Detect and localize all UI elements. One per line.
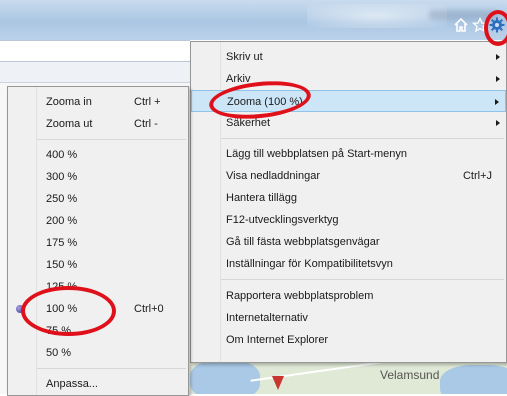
zoom-level-item[interactable]: 175 %: [8, 232, 188, 254]
menu-separator: [221, 138, 504, 139]
map-water: [190, 360, 260, 394]
menu-item-shortcut: Ctrl -: [134, 118, 158, 130]
zoom-level-item[interactable]: 250 %: [8, 188, 188, 210]
menu-item-label: Zooma ut: [46, 118, 93, 130]
menu-separator: [221, 279, 504, 280]
toolbar-glow: [307, 4, 447, 28]
zoom-level-item[interactable]: 300 %: [8, 166, 188, 188]
menu-item-label: Lägg till webbplatsen på Start-menyn: [226, 148, 407, 160]
zoom-custom-item[interactable]: Anpassa...: [8, 373, 188, 395]
menu-item-shortcut: Ctrl+J: [462, 170, 492, 182]
menu-item-label: 175 %: [46, 237, 78, 249]
map-pin-marker[interactable]: [272, 376, 284, 390]
zoom-in-item[interactable]: Zooma in Ctrl +: [8, 91, 188, 113]
menu-item-print[interactable]: Skriv ut: [191, 46, 506, 68]
menu-item-label: 250 %: [46, 193, 78, 205]
map-place-label: Velamsund: [380, 368, 440, 382]
submenu-arrow-icon: [495, 99, 499, 105]
menu-item-pinned-sites[interactable]: Gå till fästa webbplatsgenvägar: [191, 231, 506, 253]
annotation-circle-gear: [484, 10, 507, 46]
menu-item-dev-tools[interactable]: F12-utvecklingsverktyg: [191, 209, 506, 231]
menu-item-internet-options[interactable]: Internetalternativ: [191, 307, 506, 329]
menu-item-label: Om Internet Explorer: [226, 334, 329, 346]
zoom-out-item[interactable]: Zooma ut Ctrl -: [8, 113, 188, 135]
submenu-arrow-icon: [496, 120, 500, 126]
menu-item-manage-addons[interactable]: Hantera tillägg: [191, 187, 506, 209]
menu-item-label: Inställningar för Kompatibilitetsvyn: [226, 258, 393, 270]
menu-item-view-downloads[interactable]: Visa nedladdningar Ctrl+J: [191, 165, 506, 187]
menu-item-compat-view[interactable]: Inställningar för Kompatibilitetsvyn: [191, 253, 506, 275]
menu-item-shortcut: Ctrl+0: [134, 303, 164, 315]
menu-separator: [37, 139, 186, 140]
menu-item-label: 50 %: [46, 347, 72, 359]
home-icon[interactable]: [453, 17, 469, 33]
map-water: [440, 365, 507, 394]
menu-item-label: Zooma in: [46, 96, 92, 108]
menu-item-shortcut: Ctrl +: [134, 96, 161, 108]
submenu-arrow-icon: [496, 76, 500, 82]
menu-item-label: Internetalternativ: [226, 312, 308, 324]
zoom-level-item[interactable]: 50 %: [8, 342, 188, 364]
zoom-submenu: Zooma in Ctrl + Zooma ut Ctrl - 400 % 30…: [7, 86, 189, 396]
address-bar[interactable]: [0, 40, 190, 62]
menu-item-label: 200 %: [46, 215, 78, 227]
browser-toolbar: [0, 0, 507, 40]
menu-item-label: 300 %: [46, 171, 78, 183]
menu-item-add-to-start[interactable]: Lägg till webbplatsen på Start-menyn: [191, 143, 506, 165]
menu-item-label: Skriv ut: [226, 51, 263, 63]
zoom-level-item[interactable]: 200 %: [8, 210, 188, 232]
annotation-circle-100-percent: [21, 286, 116, 336]
zoom-level-item[interactable]: 400 %: [8, 144, 188, 166]
menu-item-label: Visa nedladdningar: [226, 170, 320, 182]
menu-item-label: 400 %: [46, 149, 78, 161]
menu-item-label: Rapportera webbplatsproblem: [226, 290, 374, 302]
menu-item-label: Gå till fästa webbplatsgenvägar: [226, 236, 380, 248]
menu-item-about-ie[interactable]: Om Internet Explorer: [191, 329, 506, 351]
menu-separator: [37, 368, 186, 369]
zoom-level-item[interactable]: 150 %: [8, 254, 188, 276]
menu-item-report-problem[interactable]: Rapportera webbplatsproblem: [191, 285, 506, 307]
menu-item-label: Anpassa...: [46, 378, 98, 390]
menu-item-label: Hantera tillägg: [226, 192, 297, 204]
tab-strip: [0, 62, 190, 83]
menu-item-label: F12-utvecklingsverktyg: [226, 214, 339, 226]
menu-item-label: 150 %: [46, 259, 78, 271]
submenu-arrow-icon: [496, 54, 500, 60]
